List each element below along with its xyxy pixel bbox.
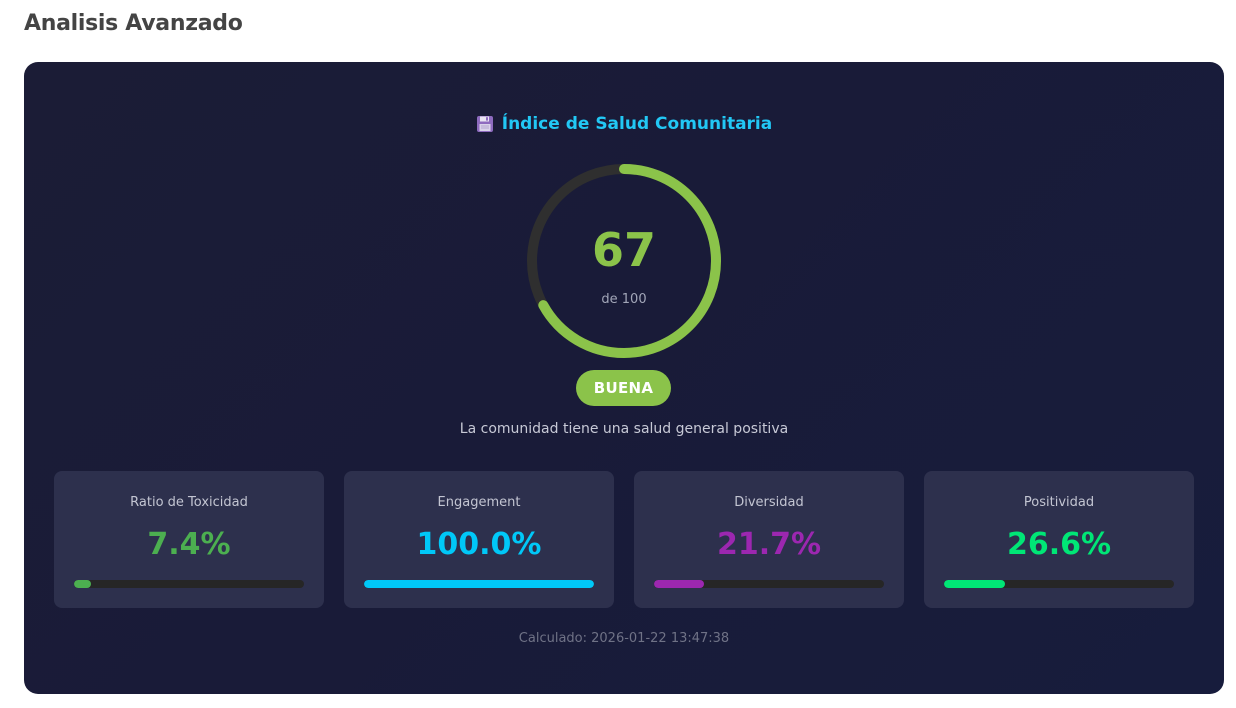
metric-label: Diversidad [734,495,804,510]
metric-progress-fill [944,580,1006,588]
metric-card-toxicity: Ratio de Toxicidad 7.4% [54,471,324,608]
metric-progress-track [944,580,1174,588]
metric-value: 26.6% [1006,527,1112,562]
metric-label: Ratio de Toxicidad [130,495,248,510]
metric-card-positivity: Positividad 26.6% [924,471,1194,608]
metric-card-diversity: Diversidad 21.7% [634,471,904,608]
health-score: 67 [591,223,656,277]
metric-card-engagement: Engagement 100.0% [344,471,614,608]
metric-progress-track [364,580,594,588]
metric-value: 7.4% [147,527,231,562]
health-panel: Índice de Salud Comunitaria 67 de 100 BU… [24,62,1224,694]
status-badge: BUENA [576,370,671,406]
metric-value: 100.0% [416,527,542,562]
calculated-timestamp: Calculado: 2026-01-22 13:47:38 [518,631,730,646]
metric-progress-track [74,580,304,588]
metric-progress-track [654,580,884,588]
health-gauge: 67 de 100 [524,161,724,361]
metric-progress-fill [74,580,92,588]
metric-label: Positividad [1023,495,1095,510]
health-title-text: Índice de Salud Comunitaria [501,114,773,134]
metric-value: 21.7% [716,527,822,562]
page-title: Analisis Avanzado [24,11,243,36]
metric-progress-fill [364,580,594,588]
health-title: Índice de Salud Comunitaria [24,114,1224,134]
metric-progress-fill [654,580,704,588]
floppy-disk-icon [476,115,494,133]
metric-label: Engagement [437,495,521,510]
health-score-max: de 100 [601,292,647,307]
health-description: La comunidad tiene una salud general pos… [459,421,789,437]
